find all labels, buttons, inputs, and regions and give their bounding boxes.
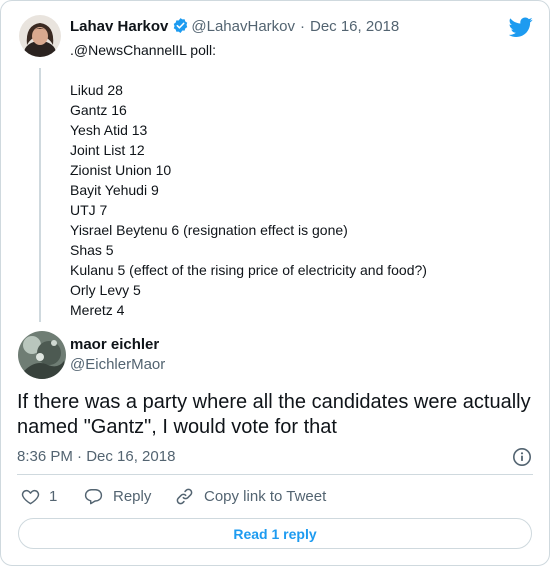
main-tweet-text: If there was a party where all the candi… [17,391,531,438]
separator-dot: · [300,18,305,35]
reply-bubble-icon [84,489,103,505]
poll-line: Meretz 4 [70,302,125,318]
tweet-embed-card: Lahav Harkov @LahavHarkov · Dec 16, 2018 .@… [0,0,550,566]
main-author-handle[interactable]: @EichlerMaor [70,356,165,373]
poll-line: Yesh Atid 13 [70,122,148,138]
poll-line: Likud 28 [70,82,123,98]
like-count: 1 [49,488,58,505]
poll-line: Shas 5 [70,242,114,258]
copy-link-button[interactable]: Copy link to Tweet [175,487,326,506]
reply-label: Reply [113,488,152,505]
poll-line: Bayit Yehudi 9 [70,182,159,198]
poll-line: Orly Levy 5 [70,282,141,298]
link-icon [176,488,193,505]
parent-author-line: Lahav Harkov @LahavHarkov · Dec 16, 2018 [70,17,399,39]
parent-author-name[interactable]: Lahav Harkov [70,18,168,35]
maor-eichler-avatar[interactable] [18,331,66,379]
parent-tweet-text: .@NewsChannelIL poll: Likud 28 Gantz 16 … [70,40,530,320]
copy-link-label: Copy link to Tweet [204,488,327,505]
twitter-bird-icon[interactable] [509,15,533,39]
poll-line: Gantz 16 [70,102,127,118]
lahav-harkov-avatar[interactable] [19,15,61,57]
poll-line: Yisrael Beytenu 6 (resignation effect is… [70,222,348,238]
poll-line: Joint List 12 [70,142,145,158]
verified-badge-icon [172,17,189,39]
parent-author-handle[interactable]: @LahavHarkov [191,18,295,35]
poll-line: Kulanu 5 (effect of the rising price of … [70,262,427,278]
main-tweet-timestamp[interactable]: 8:36 PM · Dec 16, 2018 [17,448,175,465]
poll-line: Zionist Union 10 [70,162,172,178]
heart-icon [21,489,40,505]
actions-divider [17,474,533,475]
info-icon[interactable] [512,447,532,467]
like-button[interactable]: 1 [21,487,57,506]
parent-tweet-date[interactable]: Dec 16, 2018 [310,18,399,35]
thread-connector-line [39,68,41,322]
read-replies-button[interactable]: Read 1 reply [18,518,532,549]
main-author-name[interactable]: maor eichler [70,336,159,353]
reply-button[interactable]: Reply [84,487,151,506]
poll-line: UTJ 7 [70,202,108,218]
parent-tweet-intro[interactable]: .@NewsChannelIL poll: [70,40,530,60]
